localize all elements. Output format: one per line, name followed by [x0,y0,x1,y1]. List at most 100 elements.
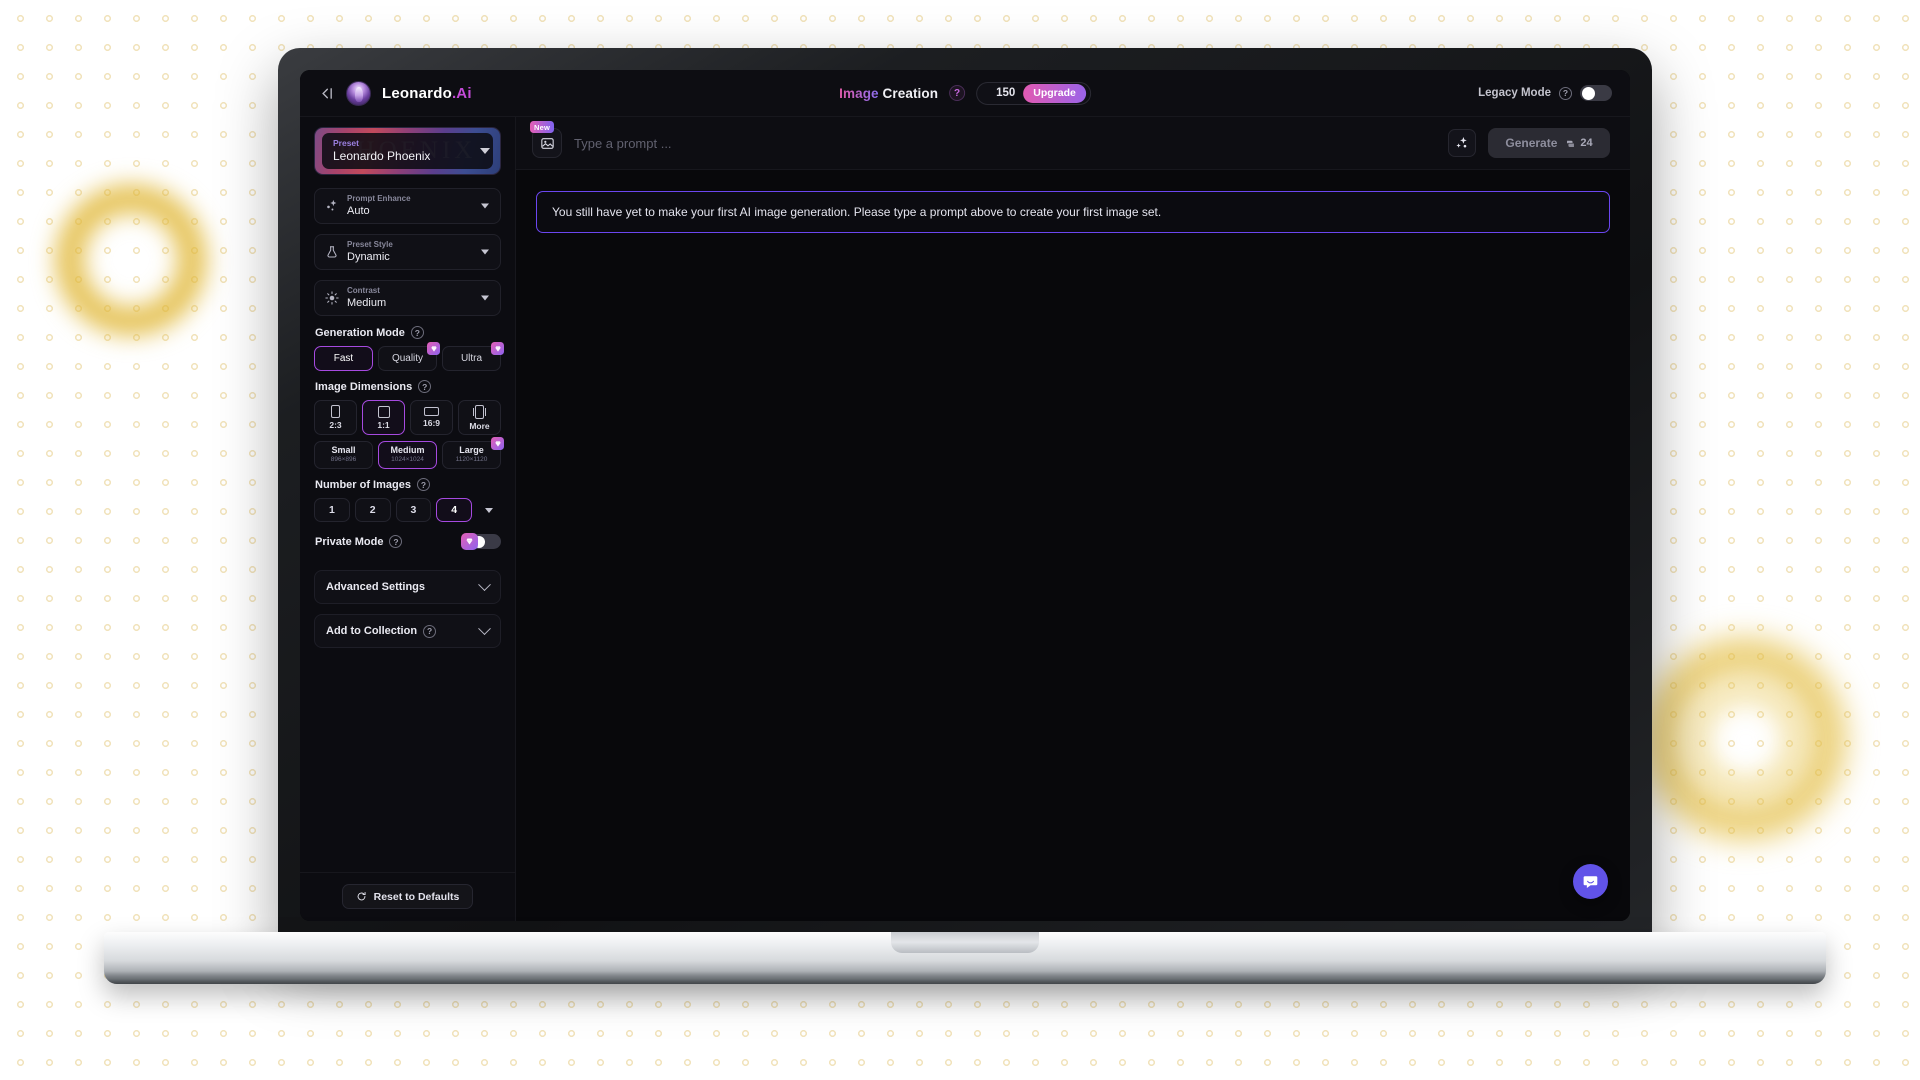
token-icon [1567,140,1575,147]
legacy-mode-toggle[interactable] [1580,85,1612,101]
upgrade-button[interactable]: Upgrade [1023,83,1086,103]
contrast-label: Contrast [347,285,380,295]
image-size-small-dims: 896×896 [330,456,357,464]
generation-mode-ultra-label: Ultra [460,353,483,364]
image-size-large-dims: 1120×1120 [455,456,488,464]
contrast-chevron-down-icon [481,295,489,301]
number-of-images-header: Number of Images ? [315,478,501,491]
brand-name-text: Leonardo [382,84,452,102]
image-size-large-name: Large [459,445,484,456]
image-size-options: Small 896×896 Medium 1024×1024 Large 112… [314,437,504,469]
sparkles-icon [1456,137,1467,148]
reset-to-defaults-label: Reset to Defaults [373,890,460,903]
premium-diamond-icon [491,342,504,355]
sparkles-icon [325,199,339,213]
reset-icon [357,892,366,901]
preset-style-text: Preset Style Dynamic [347,240,393,264]
number-of-images-2[interactable]: 2 [354,498,391,522]
image-size-large[interactable]: Large 1120×1120 [442,437,504,469]
portrait-rect-icon [331,405,340,418]
flask-icon [325,245,339,259]
brightness-icon [325,291,339,305]
image-size-small[interactable]: Small 896×896 [314,441,373,469]
private-mode-title: Private Mode [315,535,384,548]
prompt-input[interactable] [574,126,1436,160]
generation-mode-ultra[interactable]: Ultra [442,342,504,371]
laptop-screen: Leonardo.Ai Image Creation ? 150 Upgrade [300,70,1630,921]
add-to-collection-title: Add to Collection [326,625,418,637]
add-to-collection-accordion[interactable]: Add to Collection ? [314,614,501,648]
preset-selector[interactable]: PHOENIX Preset Leonardo Phoenix [314,127,501,175]
image-dimensions-header: Image Dimensions ? [315,380,501,393]
number-of-images-chevron-down-icon[interactable] [477,498,501,522]
generation-mode-help-icon[interactable]: ? [410,326,424,339]
collapse-sidebar-icon[interactable] [318,85,335,102]
prompt-enhance-button[interactable] [1448,129,1476,157]
generation-mode-fast-label: Fast [333,353,354,364]
app-topbar: Leonardo.Ai Image Creation ? 150 Upgrade [300,70,1630,117]
credits-pill[interactable]: 150 Upgrade [976,81,1091,105]
preset-style-chevron-down-icon [481,249,489,255]
generate-button[interactable]: Generate 24 [1488,128,1610,158]
contrast-text: Contrast Medium [347,286,386,310]
preset-style-select[interactable]: Preset Style Dynamic [314,234,501,270]
aspect-ratio-more[interactable]: More [458,400,501,435]
sidebar-scroll-area: PHOENIX Preset Leonardo Phoenix [300,127,515,872]
prompt-enhance-text: Prompt Enhance Auto [347,194,411,218]
aspect-ratio-16-9-label: 16:9 [422,418,440,428]
page-title-rest: Creation [882,85,939,101]
aspect-ratio-options: 2:3 1:1 16:9 More [314,400,501,435]
contrast-value: Medium [347,296,387,309]
preset-style-value: Dynamic [347,250,390,263]
support-chat-button[interactable] [1573,864,1608,899]
preset-value: Leonardo Phoenix [333,149,431,163]
landscape-rect-icon [424,407,439,416]
legacy-mode-help-icon[interactable]: ? [1559,86,1572,100]
number-of-images-4[interactable]: 4 [436,498,472,522]
private-mode-controls [461,533,501,550]
number-of-images-options: 1 2 3 4 [314,498,501,522]
page-title: Image Creation [839,86,938,101]
page-title-help-icon[interactable]: ? [949,85,966,101]
image-size-small-name: Small [331,445,356,456]
aspect-ratio-16-9[interactable]: 16:9 [410,400,453,435]
settings-sidebar: PHOENIX Preset Leonardo Phoenix [300,117,516,921]
generation-mode-header: Generation Mode ? [315,326,501,339]
generation-mode-fast[interactable]: Fast [314,346,373,371]
topbar-left-group: Leonardo.Ai [318,80,472,106]
aspect-ratio-1-1[interactable]: 1:1 [362,400,405,435]
brand-name-suffix: .Ai [451,84,472,102]
advanced-settings-accordion[interactable]: Advanced Settings [314,570,501,604]
brand-name[interactable]: Leonardo.Ai [382,85,472,102]
preset-chevron-down-icon [480,148,490,154]
laptop-base [104,932,1826,984]
private-mode-help-icon[interactable]: ? [389,535,403,548]
new-badge: New [530,121,555,133]
generation-mode-options: Fast Quality Ultra [314,342,504,371]
generation-mode-quality[interactable]: Quality [378,342,440,371]
image-size-medium[interactable]: Medium 1024×1024 [378,441,437,469]
aspect-ratio-2-3[interactable]: 2:3 [314,400,357,435]
sidebar-footer: Reset to Defaults [300,872,515,921]
advanced-settings-title: Advanced Settings [326,581,426,593]
sidebar-accordions: Advanced Settings Add to Collection ? [314,570,501,648]
number-of-images-help-icon[interactable]: ? [416,478,430,491]
image-dimensions-title: Image Dimensions [315,380,413,393]
add-to-collection-help-icon[interactable]: ? [423,624,437,638]
number-of-images-1[interactable]: 1 [314,498,350,522]
image-dimensions-help-icon[interactable]: ? [418,380,432,393]
empty-state-message: You still have yet to make your first AI… [536,191,1610,233]
image-upload-button[interactable]: New [530,121,562,158]
topbar-right-group: Legacy Mode ? [1478,85,1612,101]
prompt-enhance-select[interactable]: Prompt Enhance Auto [314,188,501,224]
square-rect-icon [377,405,390,418]
generate-cost-value: 24 [1580,137,1593,149]
credits-value: 150 [996,87,1016,99]
contrast-select[interactable]: Contrast Medium [314,280,501,316]
premium-diamond-icon [461,533,478,550]
prompt-enhance-label: Prompt Enhance [347,193,411,203]
reset-to-defaults-button[interactable]: Reset to Defaults [341,884,474,909]
number-of-images-3[interactable]: 3 [395,498,432,522]
advanced-settings-chevron-down-icon [478,577,491,591]
premium-diamond-icon [491,437,504,450]
